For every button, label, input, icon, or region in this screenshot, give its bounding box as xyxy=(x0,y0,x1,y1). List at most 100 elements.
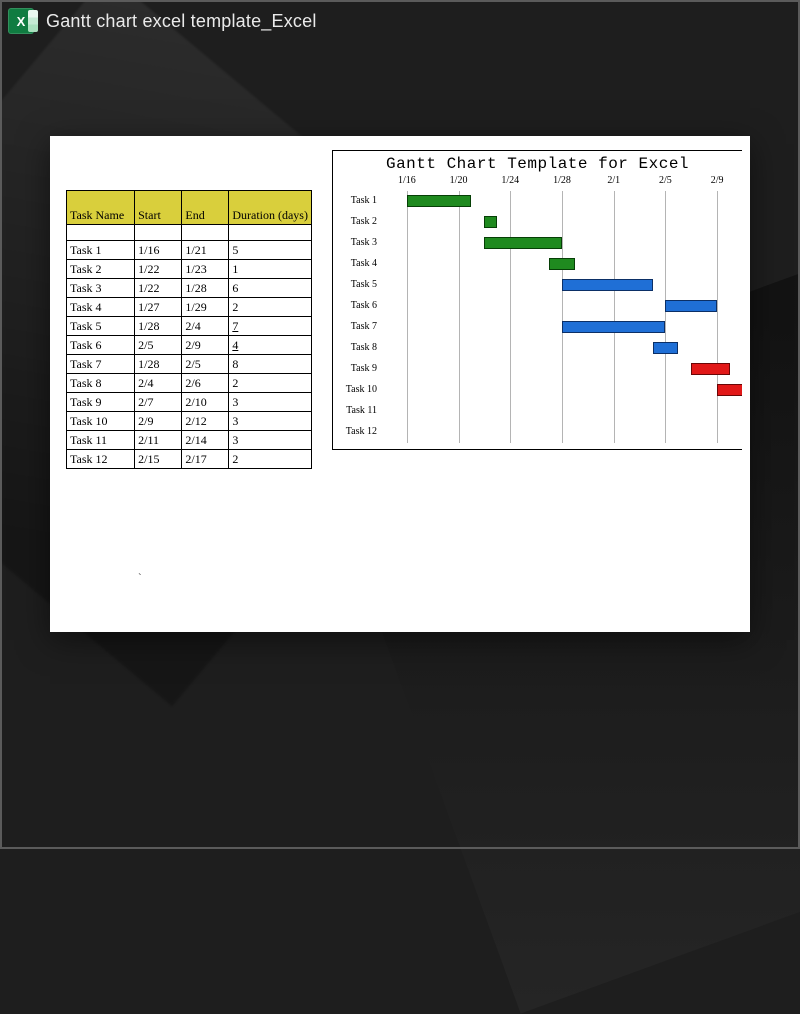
table-row: Task 112/112/143 xyxy=(67,431,312,450)
table-row: Task 82/42/62 xyxy=(67,374,312,393)
titlebar: X Gantt chart excel template_Excel xyxy=(0,0,800,42)
cell-duration: 7 xyxy=(229,317,312,336)
cell-end: 2/4 xyxy=(182,317,229,336)
cell-end: 2/17 xyxy=(182,450,229,469)
table-row: Task 71/282/58 xyxy=(67,355,312,374)
cell-task-name: Task 12 xyxy=(67,450,135,469)
y-tick-label: Task 2 xyxy=(333,216,377,227)
x-tick-label: 2/9 xyxy=(711,175,724,186)
cell-duration: 3 xyxy=(229,431,312,450)
gantt-row: Task 2 xyxy=(381,212,742,233)
stray-mark: ` xyxy=(138,572,142,584)
cell-end: 2/6 xyxy=(182,374,229,393)
gantt-row: Task 8 xyxy=(381,338,742,359)
cell-start: 2/4 xyxy=(135,374,182,393)
cell-end: 1/23 xyxy=(182,260,229,279)
table-row: Task 11/161/215 xyxy=(67,241,312,260)
table-row: Task 92/72/103 xyxy=(67,393,312,412)
table-row: Task 21/221/231 xyxy=(67,260,312,279)
cell-end: 1/29 xyxy=(182,298,229,317)
cell-task-name: Task 6 xyxy=(67,336,135,355)
cell-duration: 2 xyxy=(229,298,312,317)
col-header-duration: Duration (days) xyxy=(229,191,312,225)
table-row: Task 102/92/123 xyxy=(67,412,312,431)
gantt-row: Task 3 xyxy=(381,233,742,254)
gantt-bar xyxy=(562,279,653,291)
cell-duration: 4 xyxy=(229,336,312,355)
table-blank-row xyxy=(67,225,312,241)
cell-duration: 6 xyxy=(229,279,312,298)
cell-task-name: Task 4 xyxy=(67,298,135,317)
table-row: Task 31/221/286 xyxy=(67,279,312,298)
y-tick-label: Task 10 xyxy=(333,384,377,395)
cell-end: 1/21 xyxy=(182,241,229,260)
x-tick-label: 1/28 xyxy=(553,175,571,186)
gantt-row: Task 7 xyxy=(381,317,742,338)
document-page: Task Name Start End Duration (days) Task… xyxy=(50,136,750,632)
gantt-row: Task 12 xyxy=(381,422,742,443)
table-row: Task 51/282/47 xyxy=(67,317,312,336)
gantt-chart: Gantt Chart Template for Excel 1/161/201… xyxy=(332,150,742,450)
x-tick-label: 2/5 xyxy=(659,175,672,186)
y-tick-label: Task 5 xyxy=(333,279,377,290)
y-tick-label: Task 9 xyxy=(333,363,377,374)
gantt-row: Task 1 xyxy=(381,191,742,212)
x-tick-label: 1/20 xyxy=(450,175,468,186)
table-header-row: Task Name Start End Duration (days) xyxy=(67,191,312,225)
y-tick-label: Task 6 xyxy=(333,300,377,311)
cell-task-name: Task 7 xyxy=(67,355,135,374)
table-row: Task 62/52/94 xyxy=(67,336,312,355)
cell-start: 2/9 xyxy=(135,412,182,431)
gantt-bar xyxy=(653,342,679,354)
gantt-bar xyxy=(407,195,472,207)
y-tick-label: Task 4 xyxy=(333,258,377,269)
gantt-row: Task 10 xyxy=(381,380,742,401)
cell-end: 2/9 xyxy=(182,336,229,355)
window-title: Gantt chart excel template_Excel xyxy=(46,11,317,32)
x-tick-label: 1/16 xyxy=(398,175,416,186)
cell-duration: 5 xyxy=(229,241,312,260)
x-axis: 1/16 1/20 1/24 1/28 2/1 2/5 2/9 xyxy=(381,175,742,191)
cell-task-name: Task 8 xyxy=(67,374,135,393)
cell-task-name: Task 9 xyxy=(67,393,135,412)
excel-icon: X xyxy=(8,8,34,34)
cell-end: 1/28 xyxy=(182,279,229,298)
cell-duration: 8 xyxy=(229,355,312,374)
cell-start: 2/11 xyxy=(135,431,182,450)
gantt-bar xyxy=(665,300,717,312)
y-tick-label: Task 3 xyxy=(333,237,377,248)
cell-task-name: Task 10 xyxy=(67,412,135,431)
gantt-row: Task 5 xyxy=(381,275,742,296)
cell-task-name: Task 11 xyxy=(67,431,135,450)
y-tick-label: Task 7 xyxy=(333,321,377,332)
gantt-row: Task 9 xyxy=(381,359,742,380)
cell-start: 1/22 xyxy=(135,279,182,298)
chart-title: Gantt Chart Template for Excel xyxy=(333,151,742,175)
table-row: Task 122/152/172 xyxy=(67,450,312,469)
cell-duration: 2 xyxy=(229,374,312,393)
y-tick-label: Task 11 xyxy=(333,405,377,416)
gantt-row: Task 4 xyxy=(381,254,742,275)
cell-task-name: Task 1 xyxy=(67,241,135,260)
plot-area: Task 1Task 2Task 3Task 4Task 5Task 6Task… xyxy=(381,191,742,443)
col-header-end: End xyxy=(182,191,229,225)
gantt-bar xyxy=(717,384,742,396)
gantt-row: Task 6 xyxy=(381,296,742,317)
cell-end: 2/10 xyxy=(182,393,229,412)
cell-task-name: Task 5 xyxy=(67,317,135,336)
col-header-task-name: Task Name xyxy=(67,191,135,225)
cell-start: 2/7 xyxy=(135,393,182,412)
cell-start: 2/15 xyxy=(135,450,182,469)
cell-task-name: Task 2 xyxy=(67,260,135,279)
x-tick-label: 2/1 xyxy=(607,175,620,186)
table-row: Task 41/271/292 xyxy=(67,298,312,317)
gantt-bar xyxy=(484,216,497,228)
cell-start: 1/28 xyxy=(135,317,182,336)
cell-duration: 3 xyxy=(229,393,312,412)
task-table: Task Name Start End Duration (days) Task… xyxy=(66,190,312,469)
gantt-bar xyxy=(484,237,562,249)
cell-end: 2/5 xyxy=(182,355,229,374)
x-tick-label: 1/24 xyxy=(501,175,519,186)
y-tick-label: Task 12 xyxy=(333,426,377,437)
cell-end: 2/14 xyxy=(182,431,229,450)
